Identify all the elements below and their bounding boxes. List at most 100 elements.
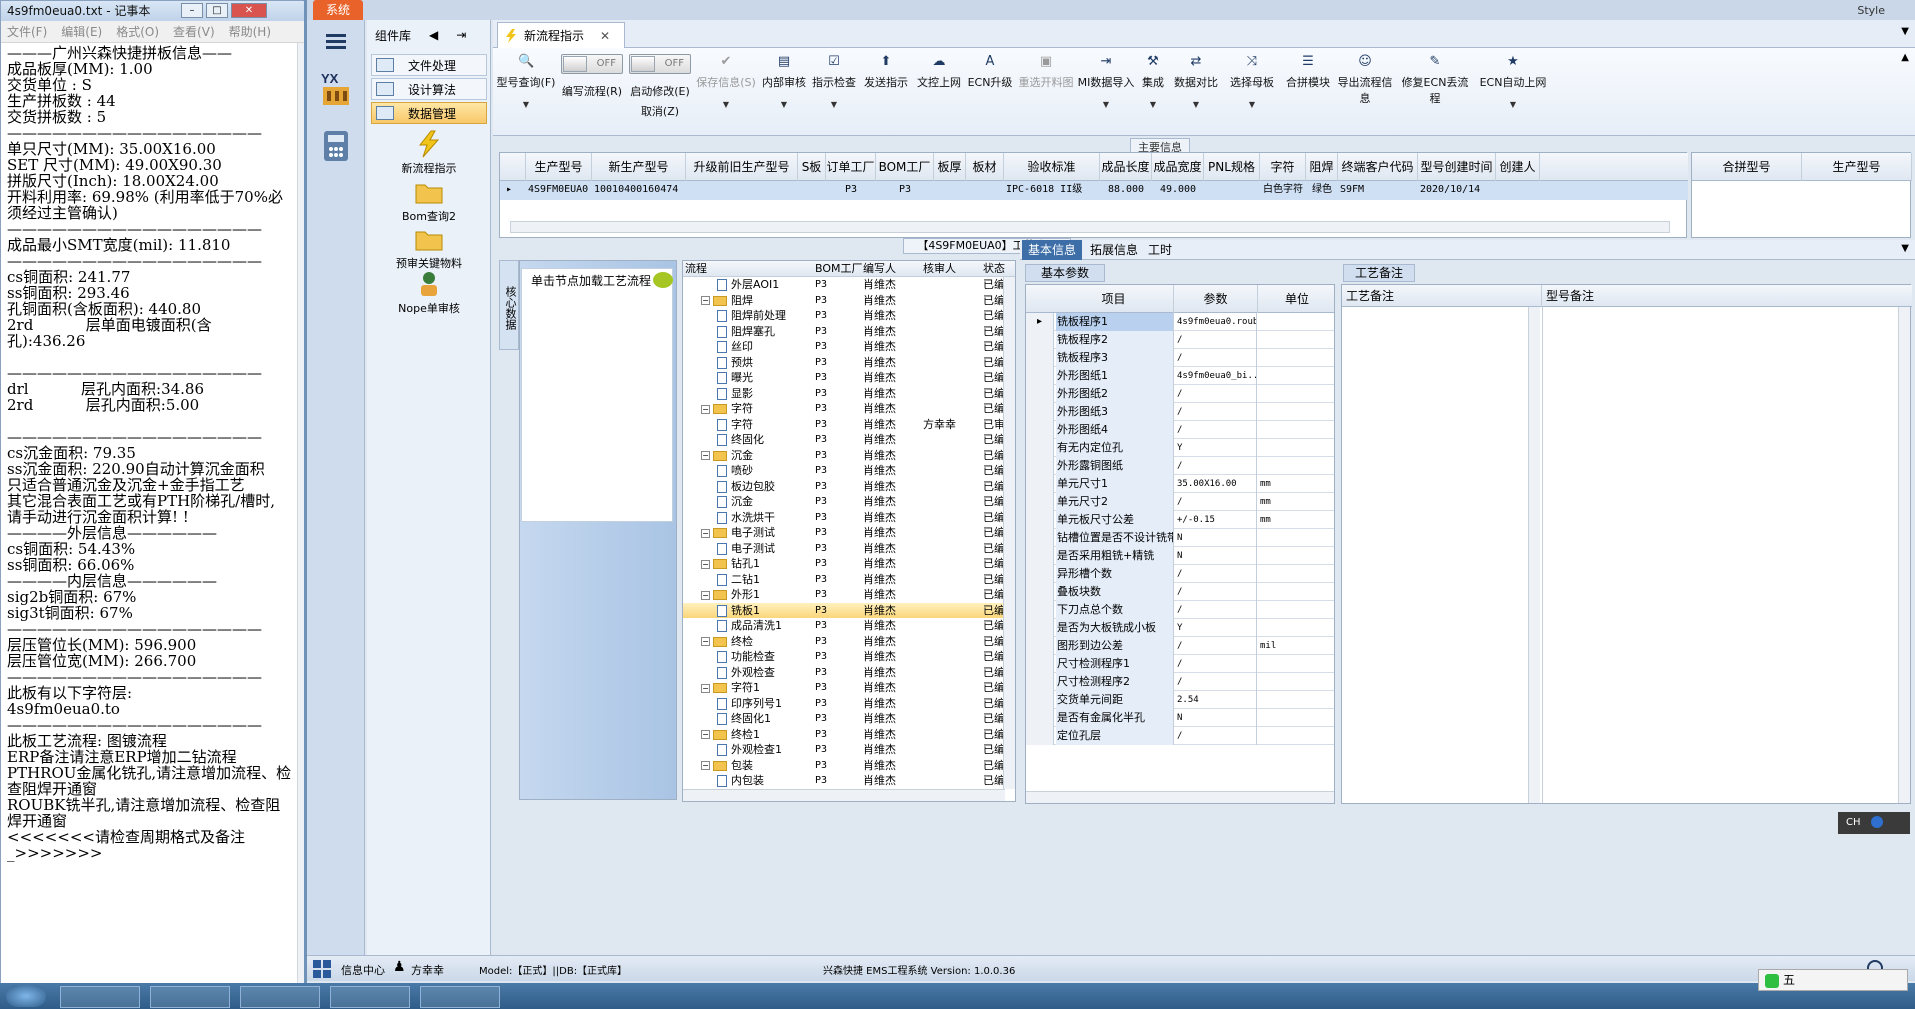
row-selector[interactable] [1026, 565, 1054, 583]
dropdown-arrow-icon[interactable]: ▼ [1171, 100, 1221, 109]
row-selector[interactable] [1026, 619, 1054, 637]
param-row[interactable]: 钻槽位置是否不设计铣带 N [1026, 529, 1334, 547]
param-row[interactable]: 外形图纸1 4s9fm0eua0_bi... [1026, 367, 1334, 385]
column-header[interactable]: 板材 [966, 153, 1004, 181]
param-row[interactable]: 外形露铜图纸 / [1026, 457, 1334, 475]
tree-row[interactable]: 铣板1P3肖维杰已编写 [683, 602, 1007, 618]
tree-row[interactable]: −包装P3肖维杰已编写 [683, 758, 1007, 774]
param-row[interactable]: 异形槽个数 / [1026, 565, 1334, 583]
column-header[interactable]: 订单工厂 [826, 153, 876, 181]
collapse-icon[interactable]: − [701, 730, 710, 739]
param-value[interactable]: 4s9fm0eua0_bi... [1175, 367, 1257, 385]
horizontal-scrollbar[interactable] [510, 221, 1670, 233]
row-selector[interactable] [1026, 727, 1054, 745]
ribbon-button-8[interactable]: A ECN升级 [965, 52, 1015, 132]
toggle-switch[interactable]: OFF [561, 54, 623, 74]
tree-row[interactable]: 内包装P3肖维杰已编写 [683, 773, 1007, 789]
tree-row[interactable]: 阻焊前处理P3肖维杰已编写 [683, 308, 1007, 324]
column-header[interactable]: 升级前旧生产型号 [686, 153, 798, 181]
ribbon-button-2[interactable]: OFF 启动修改(E) 取消(Z) [627, 52, 693, 132]
column-header[interactable]: 阻焊 [1306, 153, 1338, 181]
row-selector[interactable] [1026, 439, 1054, 457]
tree-row[interactable]: −电子测试P3肖维杰已编写 [683, 525, 1007, 541]
start-button[interactable] [6, 985, 46, 1007]
collapse-icon[interactable]: − [701, 451, 710, 460]
tab-dropdown-icon[interactable]: ▼ [1901, 243, 1909, 254]
param-value[interactable]: / [1175, 565, 1257, 583]
tab-new-process-indicator[interactable]: 新流程指示 ✕ [497, 22, 625, 48]
param-value[interactable]: / [1175, 457, 1257, 475]
yx-logo-icon[interactable]: YX [316, 64, 356, 114]
taskbar-item[interactable] [240, 986, 320, 1008]
menu-edit[interactable]: 编辑(E) [61, 23, 102, 40]
column-header[interactable]: 成品宽度 [1152, 153, 1204, 181]
dropdown-arrow-icon[interactable]: ▼ [493, 100, 559, 109]
param-value[interactable]: / [1175, 493, 1257, 511]
param-row[interactable]: ▸ 铣板程序1 4s9fm0eua0.roubk [1026, 313, 1334, 331]
column-header[interactable]: 创建人 [1496, 153, 1540, 181]
column-header[interactable]: 生产型号 [1802, 153, 1912, 181]
param-value[interactable]: / [1175, 349, 1257, 367]
hamburger-menu-icon[interactable] [316, 22, 356, 60]
notepad-scrollbar[interactable] [297, 43, 304, 1009]
tree-row[interactable]: 终固化1P3肖维杰已编写 [683, 711, 1007, 727]
row-selector[interactable] [1026, 673, 1054, 691]
taskbar-item[interactable] [60, 986, 140, 1008]
tab-basic-info[interactable]: 基本信息 [1022, 240, 1083, 260]
tree-row[interactable]: 曝光P3肖维杰已编写 [683, 370, 1007, 386]
menu-view[interactable]: 查看(V) [173, 23, 215, 40]
ribbon-button-14[interactable]: ☰ 合拼模块 [1283, 52, 1333, 132]
horizontal-scrollbar[interactable] [683, 789, 1005, 801]
ribbon-button-17[interactable]: ★ ECN自动上网 ▼ [1473, 52, 1553, 132]
vertical-scrollbar[interactable] [1003, 277, 1015, 789]
param-value[interactable]: / [1175, 385, 1257, 403]
ribbon-button-15[interactable]: ☺ 导出流程信息 [1333, 52, 1397, 132]
pin-icon[interactable]: ⇥ [456, 28, 466, 42]
param-row[interactable]: 定位孔层 / [1026, 727, 1334, 745]
collapse-icon[interactable]: − [701, 761, 710, 770]
row-selector[interactable] [1026, 493, 1054, 511]
dropdown-arrow-icon[interactable]: ▼ [1077, 100, 1135, 109]
close-button[interactable]: ✕ [231, 3, 267, 18]
side-vertical-tab[interactable]: 核心数据 [499, 260, 519, 350]
minimize-button[interactable]: – [181, 3, 203, 18]
chat-bubble-icon[interactable] [653, 272, 673, 288]
ribbon-button-10[interactable]: ⇥ MI数据导入 ▼ [1077, 52, 1135, 132]
row-selector[interactable] [1026, 367, 1054, 385]
tree-row[interactable]: −终检1P3肖维杰已编写 [683, 727, 1007, 743]
param-row[interactable]: 铣板程序3/ [1026, 349, 1334, 367]
collapse-icon[interactable]: − [701, 528, 710, 538]
dropdown-arrow-icon[interactable]: ▼ [693, 100, 759, 109]
param-value[interactable]: 35.00X16.00 [1175, 475, 1257, 493]
column-header[interactable]: 参数 [1174, 285, 1258, 313]
row-selector[interactable] [1026, 349, 1054, 367]
row-selector[interactable] [1026, 475, 1054, 493]
collapse-icon[interactable]: − [701, 637, 710, 646]
param-value[interactable]: N [1175, 529, 1257, 547]
tree-row[interactable]: 喷砂P3肖维杰已编写 [683, 463, 1007, 479]
menu-help[interactable]: 帮助(H) [229, 23, 271, 40]
collapse-icon[interactable]: − [701, 404, 710, 414]
column-header[interactable]: 新生产型号 [592, 153, 686, 181]
ribbon-button-11[interactable]: ⚒ 集成 ▼ [1135, 52, 1171, 132]
ribbon-button-9[interactable]: ▣ 重选开料图 [1015, 52, 1077, 132]
tree-row[interactable]: 外观检查1P3肖维杰已编写 [683, 742, 1007, 758]
component-file-processing[interactable]: 文件处理 [371, 54, 487, 76]
tree-row[interactable]: 阻焊塞孔P3肖维杰已编写 [683, 324, 1007, 340]
maximize-button[interactable]: □ [206, 3, 228, 18]
taskbar-item[interactable] [420, 986, 500, 1008]
notepad-text-area[interactable]: ———广州兴森快捷拼板信息—— 成品板厚(MM): 1.00 交货单位 : S … [7, 45, 299, 1005]
system-tab[interactable]: 系统 [313, 0, 363, 20]
tree-row[interactable]: −沉金P3肖维杰已编写 [683, 448, 1007, 464]
ribbon-sub-label[interactable]: 取消(Z) [627, 103, 693, 119]
dropdown-arrow-icon[interactable]: ▼ [809, 100, 859, 109]
ribbon-button-12[interactable]: ⇄ 数据对比 ▼ [1171, 52, 1221, 132]
row-selector[interactable] [1026, 637, 1054, 655]
tab-dropdown-icon[interactable]: ▼ [1901, 26, 1909, 37]
param-value[interactable]: / [1175, 421, 1257, 439]
tree-row[interactable]: 字符P3肖维杰方幸幸已审核 [683, 417, 1007, 433]
collapse-icon[interactable]: − [701, 590, 710, 600]
tree-row[interactable]: 板边包胶P3肖维杰已编写 [683, 479, 1007, 495]
ribbon-button-13[interactable]: ⤨ 选择母板 ▼ [1221, 52, 1283, 132]
table-row[interactable]: ▸ 4S9FM0EUA0 10010400160474 P3 P3 IPC-6018 II… [500, 181, 1688, 200]
